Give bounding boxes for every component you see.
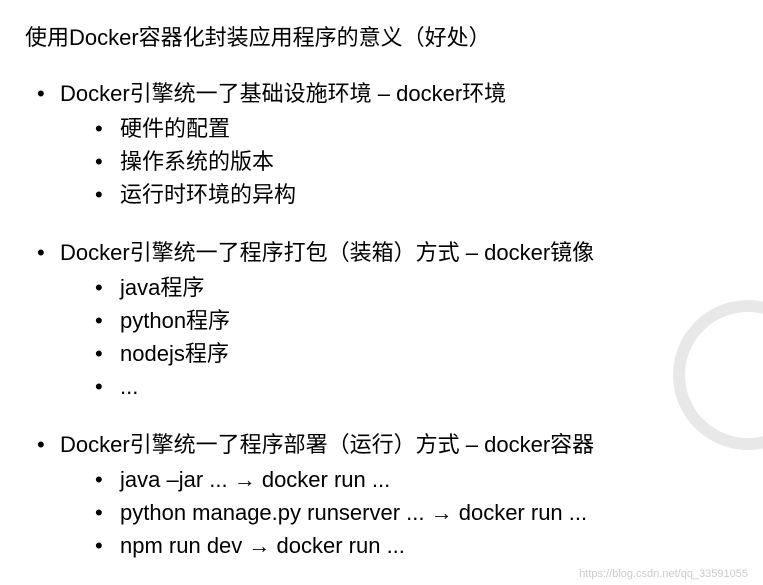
main-bullet: Docker引擎统一了基础设施环境 – docker环境 [25, 77, 738, 110]
main-bullet: Docker引擎统一了程序打包（装箱）方式 – docker镜像 [25, 236, 738, 269]
slide-title: 使用Docker容器化封装应用程序的意义（好处） [25, 20, 738, 52]
main-bullet: Docker引擎统一了程序部署（运行）方式 – docker容器 [25, 428, 738, 461]
sub-bullet: java –jar ... → docker run ... [25, 463, 738, 496]
sub-bullet: 操作系统的版本 [25, 145, 738, 178]
section-2: Docker引擎统一了程序打包（装箱）方式 – docker镜像 java程序 … [25, 236, 738, 403]
section-3: Docker引擎统一了程序部署（运行）方式 – docker容器 java –j… [25, 428, 738, 562]
sub-bullet: python manage.py runserver ... → docker … [25, 496, 738, 529]
sub-bullet: java程序 [25, 271, 738, 304]
sub-list: java –jar ... → docker run ... python ma… [25, 463, 738, 562]
sub-bullet: nodejs程序 [25, 337, 738, 370]
watermark-text: https://blog.csdn.net/qq_33591055 [579, 568, 748, 580]
sub-bullet: 硬件的配置 [25, 112, 738, 145]
sub-list: 硬件的配置 操作系统的版本 运行时环境的异构 [25, 112, 738, 211]
sub-bullet: ... [25, 370, 738, 403]
section-1: Docker引擎统一了基础设施环境 – docker环境 硬件的配置 操作系统的… [25, 77, 738, 211]
sub-bullet: npm run dev → docker run ... [25, 529, 738, 562]
sub-bullet: 运行时环境的异构 [25, 178, 738, 211]
sub-bullet: python程序 [25, 304, 738, 337]
sub-list: java程序 python程序 nodejs程序 ... [25, 271, 738, 403]
